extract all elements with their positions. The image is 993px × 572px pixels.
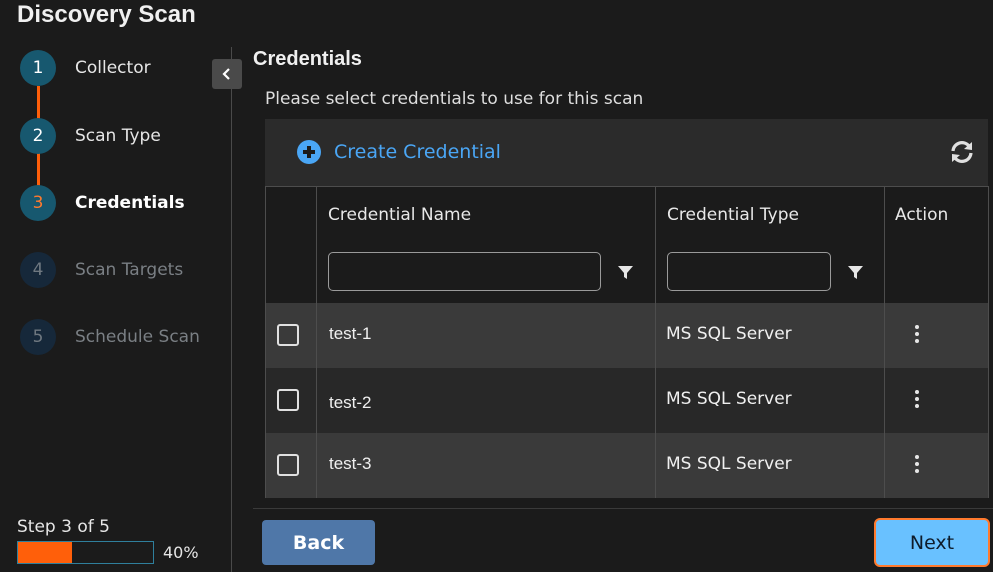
column-label: Credential Type (667, 205, 799, 225)
kebab-menu-icon[interactable] (913, 389, 921, 410)
credential-type: MS SQL Server (666, 323, 792, 344)
create-credential-label: Create Credential (334, 141, 501, 163)
column-header-action: Action (884, 186, 989, 303)
next-button[interactable]: Next (874, 518, 990, 567)
credential-type: MS SQL Server (666, 388, 792, 409)
refresh-icon (951, 141, 973, 163)
wizard-stepper: 1 Collector 2 Scan Type 3 Credentials 4 … (0, 0, 231, 572)
step-scan-type[interactable]: 2 Scan Type (20, 118, 161, 154)
back-button[interactable]: Back (262, 520, 375, 565)
credential-type: MS SQL Server (666, 453, 792, 474)
create-credential-button[interactable]: Create Credential (296, 138, 501, 166)
step-label: Scan Type (75, 126, 161, 146)
row-checkbox[interactable] (277, 323, 299, 346)
row-checkbox[interactable] (277, 453, 299, 476)
section-title: Credentials (253, 48, 362, 70)
table-row[interactable]: test-3 MS SQL Server (265, 432, 989, 498)
step-collector[interactable]: 1 Collector (20, 50, 151, 86)
credentials-panel: Create Credential Credential Name Creden… (265, 119, 989, 498)
kebab-menu-icon[interactable] (913, 454, 921, 475)
step-connector (37, 86, 40, 119)
credential-name: test-2 (329, 392, 372, 412)
table-header-row: Credential Name Credential Type Action (265, 186, 989, 303)
step-connector (37, 153, 40, 186)
step-scan-targets: 4 Scan Targets (20, 252, 183, 288)
progress-percent: 40% (163, 543, 199, 562)
footer-divider (253, 508, 993, 509)
table-row[interactable]: test-1 MS SQL Server (265, 302, 989, 368)
column-header-credential-name: Credential Name (316, 186, 656, 303)
refresh-button[interactable] (947, 139, 977, 165)
step-label: Collector (75, 58, 151, 78)
table-row[interactable]: test-2 MS SQL Server (265, 367, 989, 433)
credential-name: test-1 (329, 323, 372, 343)
filter-icon[interactable] (617, 264, 634, 281)
step-label: Credentials (75, 193, 185, 213)
step-number: 2 (20, 118, 56, 154)
row-checkbox[interactable] (277, 388, 299, 411)
step-schedule-scan: 5 Schedule Scan (20, 319, 200, 355)
sidebar-divider (231, 47, 232, 572)
step-label: Scan Targets (75, 260, 184, 280)
credentials-table: Credential Name Credential Type Action t… (265, 186, 989, 498)
filter-icon[interactable] (847, 264, 864, 281)
progress-label: Step 3 of 5 (17, 517, 110, 537)
progress-fill (18, 542, 72, 563)
select-column-header (265, 186, 317, 303)
step-number: 4 (20, 252, 56, 288)
credential-name-filter-input[interactable] (328, 252, 601, 291)
step-label: Schedule Scan (75, 327, 200, 347)
step-number: 3 (20, 185, 56, 221)
instructions-text: Please select credentials to use for thi… (265, 89, 644, 109)
step-credentials[interactable]: 3 Credentials (20, 185, 185, 221)
credential-name: test-3 (329, 453, 372, 473)
step-number: 5 (20, 319, 56, 355)
kebab-menu-icon[interactable] (913, 324, 921, 345)
column-label: Credential Name (328, 205, 472, 225)
table-toolbar: Create Credential (265, 119, 988, 186)
plus-circle-icon (297, 140, 321, 164)
step-number: 1 (20, 50, 56, 86)
column-label: Action (895, 205, 949, 225)
progress-bar (17, 541, 154, 564)
collapse-sidebar-button[interactable] (212, 59, 242, 89)
column-header-credential-type: Credential Type (655, 186, 885, 303)
credential-type-filter-input[interactable] (667, 252, 831, 291)
